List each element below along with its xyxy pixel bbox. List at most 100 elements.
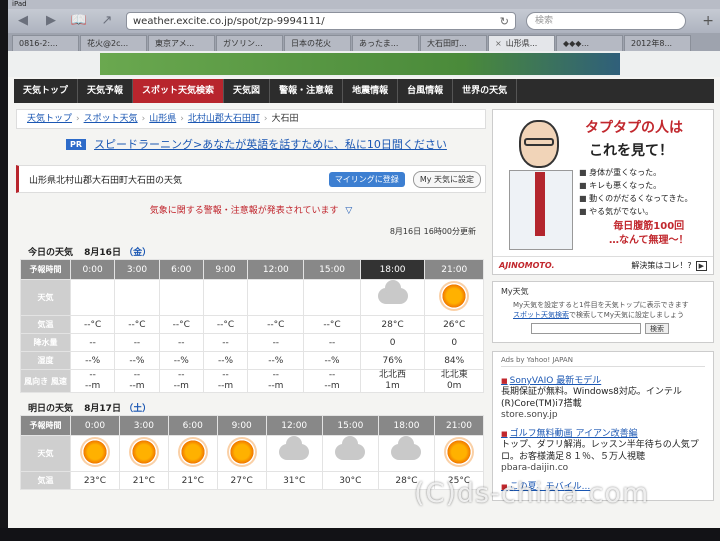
temp-cell: --°C [247, 315, 305, 334]
address-bar[interactable]: weather.excite.co.jp/spot/zp-9994111/ ↻ [126, 12, 516, 30]
browser-tab[interactable]: あったま... [352, 35, 419, 51]
main-nav: 天気トップ 天気予報 スポット天気検索 天気図 警報・注意報 地震情報 台風情報 世界の天気 [14, 79, 714, 103]
pr-link[interactable]: スピードラーニング>あなたが英語を話すために、私に10日間ください [94, 136, 447, 152]
nav-item[interactable]: 世界の天気 [453, 79, 518, 103]
weather-cell [434, 435, 484, 472]
browser-tab[interactable]: ◆◆◆... [556, 35, 623, 51]
cloud-icon [279, 436, 310, 460]
breadcrumb-item[interactable]: 北村山郡大石田町 [188, 114, 260, 124]
my-weather-input[interactable] [531, 323, 641, 334]
breadcrumb-separator: › [263, 114, 268, 124]
precip-cell: 0 [424, 333, 484, 352]
warning-expand-link[interactable]: ▽ [345, 206, 352, 216]
browser-tab[interactable]: 日本の花火 [284, 35, 351, 51]
ad-brand-logo: AJINOMOTO. [499, 261, 555, 270]
breadcrumb-item[interactable]: 天気トップ [27, 114, 72, 124]
watermark: (C)ds-china.com [414, 478, 650, 509]
breadcrumb-separator: › [180, 114, 184, 124]
device-screen: iPad ◀ ▶ 📖 ↗ weather.excite.co.jp/spot/z… [8, 0, 720, 530]
breadcrumb-item[interactable]: 山形県 [149, 114, 176, 124]
hour-cell: 0:00 [70, 415, 120, 436]
yahoo-ad-url[interactable]: store.sony.jp [501, 410, 705, 420]
tomorrow-header: 明日の天気 8月17日 （土） [16, 401, 486, 415]
weather-cell [359, 279, 426, 316]
humidity-cell: 84% [424, 351, 484, 370]
breadcrumb: 天気トップ › スポット天気 › 山形県 › 北村山郡大石田町 › 大石田 [16, 109, 486, 129]
bookmarks-icon[interactable]: 📖 [70, 13, 88, 29]
spot-search-link[interactable]: スポット天気検索 [513, 311, 569, 319]
yahoo-ad-title[interactable]: SonyVAIO 最新モデル [501, 373, 705, 386]
status-bar: iPad [8, 0, 720, 9]
precip-cell: -- [69, 333, 116, 352]
precip-cell: -- [202, 333, 249, 352]
nav-item[interactable]: 地震情報 [343, 79, 399, 103]
browser-tab[interactable]: 東京アメ... [148, 35, 215, 51]
ajinomoto-ad[interactable]: タプタプの人は これを見て！ 身体が重くなった。キレも悪くなった。動くのがだるく… [492, 109, 714, 275]
reload-icon[interactable]: ↻ [500, 15, 509, 28]
browser-tab[interactable]: 0816-2:... [12, 35, 79, 51]
wind-speed: --m [217, 381, 234, 391]
close-icon[interactable]: × [495, 39, 502, 48]
breadcrumb-separator: › [76, 114, 80, 124]
temp-cell: --°C [158, 315, 204, 334]
wind-direction: -- [89, 370, 96, 380]
hour-cell: 12:00 [247, 259, 305, 280]
temp-cell: --°C [114, 315, 160, 334]
weather-cell [321, 435, 379, 472]
browser-tab[interactable]: 花火@2c... [80, 35, 147, 51]
url-text: weather.excite.co.jp/spot/zp-9994111/ [133, 15, 325, 27]
nav-item[interactable]: 天気予報 [78, 79, 134, 103]
temp-cell: --°C [303, 315, 361, 334]
temp-cell: 31°C [265, 471, 323, 490]
nav-item[interactable]: 天気トップ [14, 79, 79, 103]
yahoo-ad-title[interactable]: ゴルフ無料動画 アイアン改善編 [501, 426, 705, 439]
today-date: 8月16日 [84, 248, 121, 258]
tab-label: 2012年8... [631, 39, 673, 48]
web-page: 天気トップ 天気予報 スポット天気検索 天気図 警報・注意報 地震情報 台風情報 世界の天気 … [8, 51, 720, 530]
pr-row: PR スピードラーニング>あなたが英語を話すために、私に10日間ください [16, 135, 486, 153]
hour-cell: 21:00 [424, 259, 484, 280]
humidity-cell: --% [247, 351, 305, 370]
browser-tab[interactable]: 大石田町... [420, 35, 487, 51]
arrow-right-icon[interactable]: ▶ [695, 260, 707, 271]
cloud-icon [391, 436, 422, 460]
my-weather-button[interactable]: My 天気に設定 [412, 170, 481, 188]
ad-cta-line2: …なんて無理～！ [609, 235, 689, 246]
nav-item[interactable]: 台風情報 [398, 79, 454, 103]
row-label: 気温 [20, 315, 71, 334]
breadcrumb-item[interactable]: スポット天気 [84, 114, 138, 124]
yahoo-ad: SonyVAIO 最新モデル長期保証が無料。Windows8対応。インテル(R)… [501, 373, 705, 420]
browser-tab[interactable]: × 山形県... [488, 35, 555, 51]
hour-cell: 21:00 [434, 415, 484, 436]
ad-solve-link[interactable]: 解決策はコレ！? [631, 260, 691, 271]
tab-label: あったま... [359, 39, 399, 48]
humidity-row: 湿度 --% --% --% --% --% --% 76% 84% [20, 351, 484, 370]
browser-tab[interactable]: ガソリン... [216, 35, 283, 51]
updated-time: 8月16日 16時00分更新 [389, 227, 476, 236]
humidity-cell: --% [69, 351, 116, 370]
back-icon[interactable]: ◀ [14, 13, 32, 29]
row-label: 湿度 [20, 351, 71, 370]
search-input[interactable]: 検索 [526, 12, 686, 30]
banner-ad[interactable] [100, 53, 620, 75]
wind-cell: -- --m [158, 369, 204, 393]
hour-cell: 18:00 [377, 415, 436, 436]
tab-label: 山形県... [505, 39, 538, 48]
tab-label: ◆◆◆... [563, 39, 590, 48]
nav-item[interactable]: スポット天気検索 [133, 79, 225, 103]
warning-text: 気象に関する警報・注意報が発表されています [149, 206, 339, 216]
mailing-register-button[interactable]: マイリングに登録 [328, 171, 405, 187]
new-tab-icon[interactable]: + [702, 13, 714, 29]
cloud-icon [335, 436, 366, 460]
share-icon[interactable]: ↗ [98, 13, 116, 29]
yahoo-ad-url[interactable]: pbara-daijin.co [501, 463, 705, 473]
ad-tie [535, 172, 545, 236]
hour-cell: 9:00 [216, 415, 267, 436]
browser-tab[interactable]: 2012年8... [624, 35, 691, 51]
nav-item[interactable]: 警報・注意報 [270, 79, 344, 103]
yahoo-ad-desc: トップ、ダフリ解消。レッスン半年待ちの人気プロ。お客様満足８１％、５万人視聴 [501, 440, 699, 462]
sun-icon [130, 439, 157, 465]
my-weather-search-button[interactable]: 検索 [645, 323, 669, 334]
nav-item[interactable]: 天気図 [224, 79, 271, 103]
forward-icon[interactable]: ▶ [42, 13, 60, 29]
